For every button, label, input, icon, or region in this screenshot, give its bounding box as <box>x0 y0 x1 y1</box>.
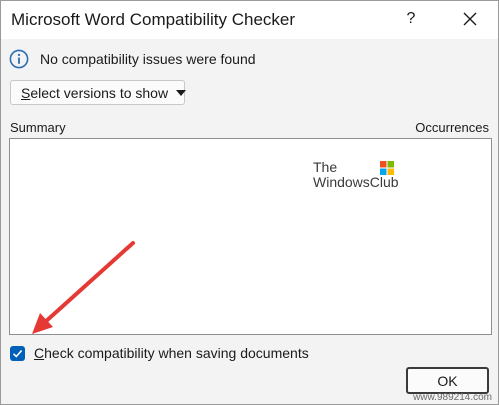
info-message: No compatibility issues were found <box>40 51 256 67</box>
compatibility-checker-dialog: Microsoft Word Compatibility Checker ? N… <box>0 0 499 405</box>
info-message-row: No compatibility issues were found <box>9 47 256 71</box>
title-bar: Microsoft Word Compatibility Checker ? <box>1 1 498 39</box>
close-icon <box>463 12 477 26</box>
window-title: Microsoft Word Compatibility Checker <box>11 10 296 29</box>
help-label: ? <box>406 10 416 27</box>
check-on-save-option[interactable]: Check compatibility when saving document… <box>10 344 309 362</box>
column-header-summary: Summary <box>10 120 66 135</box>
info-icon <box>9 49 29 69</box>
credit-watermark: www.989214.com <box>413 392 492 403</box>
close-button[interactable] <box>456 5 484 33</box>
watermark: The WindowsClub <box>313 160 399 190</box>
caret-down-icon <box>176 89 187 96</box>
help-button[interactable]: ? <box>397 5 425 33</box>
results-list[interactable]: The WindowsClub <box>9 138 492 335</box>
select-versions-button[interactable]: Select versions to show <box>10 80 187 105</box>
check-on-save-checkbox[interactable] <box>10 345 25 361</box>
watermark-line-2: WindowsClub <box>313 174 399 190</box>
column-header-occurrences: Occurrences <box>415 120 489 135</box>
select-versions-label: Select versions to show <box>21 84 169 101</box>
checkmark-icon <box>12 349 23 358</box>
ok-label: OK <box>437 372 458 389</box>
windows-logo-icon <box>380 161 394 175</box>
check-on-save-label: Check compatibility when saving document… <box>34 345 309 361</box>
ok-button[interactable]: OK <box>406 367 489 394</box>
